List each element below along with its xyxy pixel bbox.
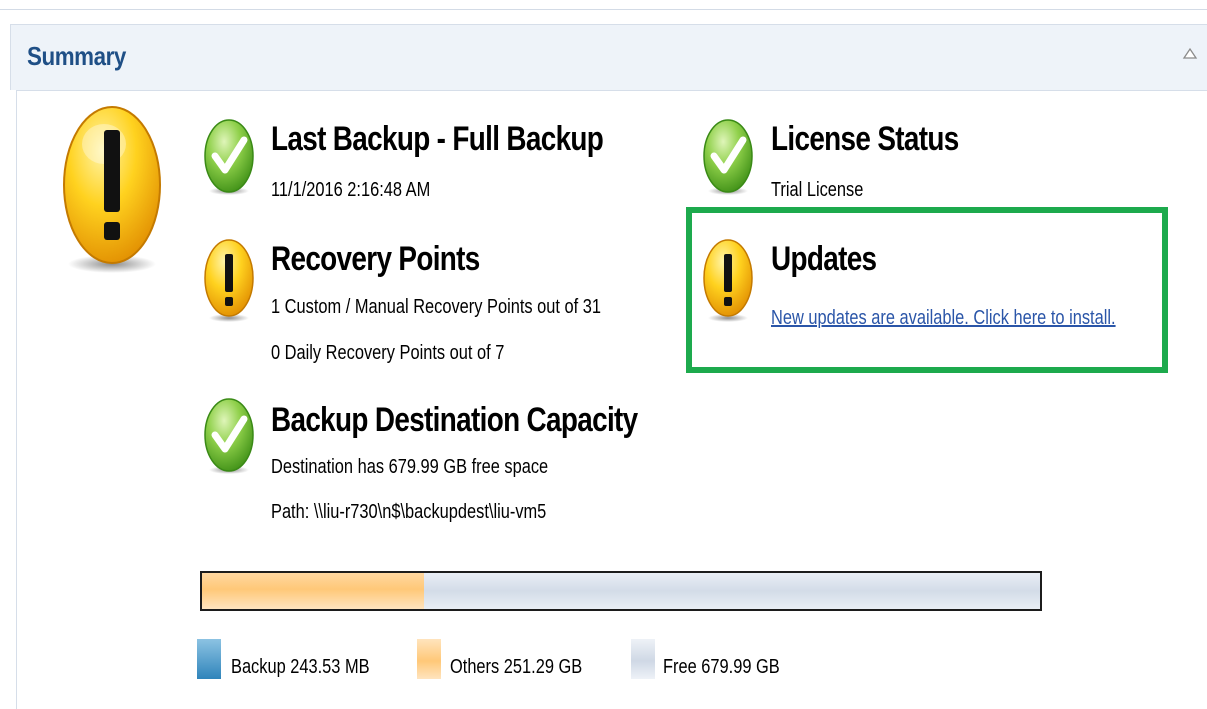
warning-icon xyxy=(703,239,753,322)
summary-panel-body xyxy=(16,90,1207,709)
panel-title: Summary xyxy=(27,41,126,71)
destination-free-space: Destination has 679.99 GB free space xyxy=(271,456,549,478)
last-backup-timestamp: 11/1/2016 2:16:48 AM xyxy=(271,179,431,201)
legend-swatch-others xyxy=(417,639,441,679)
legend-label-free: Free 679.99 GB xyxy=(663,656,780,678)
legend-label-backup: Backup 243.53 MB xyxy=(231,656,370,678)
checkmark-icon xyxy=(204,398,254,474)
warning-icon xyxy=(204,239,254,322)
install-updates-link[interactable]: New updates are available. Click here to… xyxy=(771,307,1116,330)
destination-title: Backup Destination Capacity xyxy=(271,401,638,439)
last-backup-title: Last Backup - Full Backup xyxy=(271,120,604,158)
destination-path: Path: \\liu-r730\n$\backupdest\liu-vm5 xyxy=(271,501,547,523)
recovery-points-title: Recovery Points xyxy=(271,240,480,278)
license-status-value: Trial License xyxy=(771,179,864,201)
capacity-bar-others-segment xyxy=(202,573,424,609)
legend-swatch-free xyxy=(631,639,655,679)
summary-panel-header: Summary xyxy=(10,24,1207,90)
warning-icon xyxy=(63,106,161,273)
updates-highlight-box xyxy=(686,207,1168,373)
collapse-triangle-icon[interactable] xyxy=(1181,45,1199,63)
recovery-points-daily: 0 Daily Recovery Points out of 7 xyxy=(271,342,505,364)
checkmark-icon xyxy=(204,119,254,195)
license-status-title: License Status xyxy=(771,120,959,158)
recovery-points-custom: 1 Custom / Manual Recovery Points out of… xyxy=(271,296,601,318)
updates-title: Updates xyxy=(771,240,877,278)
top-strip xyxy=(0,0,1207,10)
legend-swatch-backup xyxy=(197,639,221,679)
capacity-bar xyxy=(200,571,1042,611)
legend-label-others: Others 251.29 GB xyxy=(450,656,583,678)
checkmark-icon xyxy=(703,119,753,195)
